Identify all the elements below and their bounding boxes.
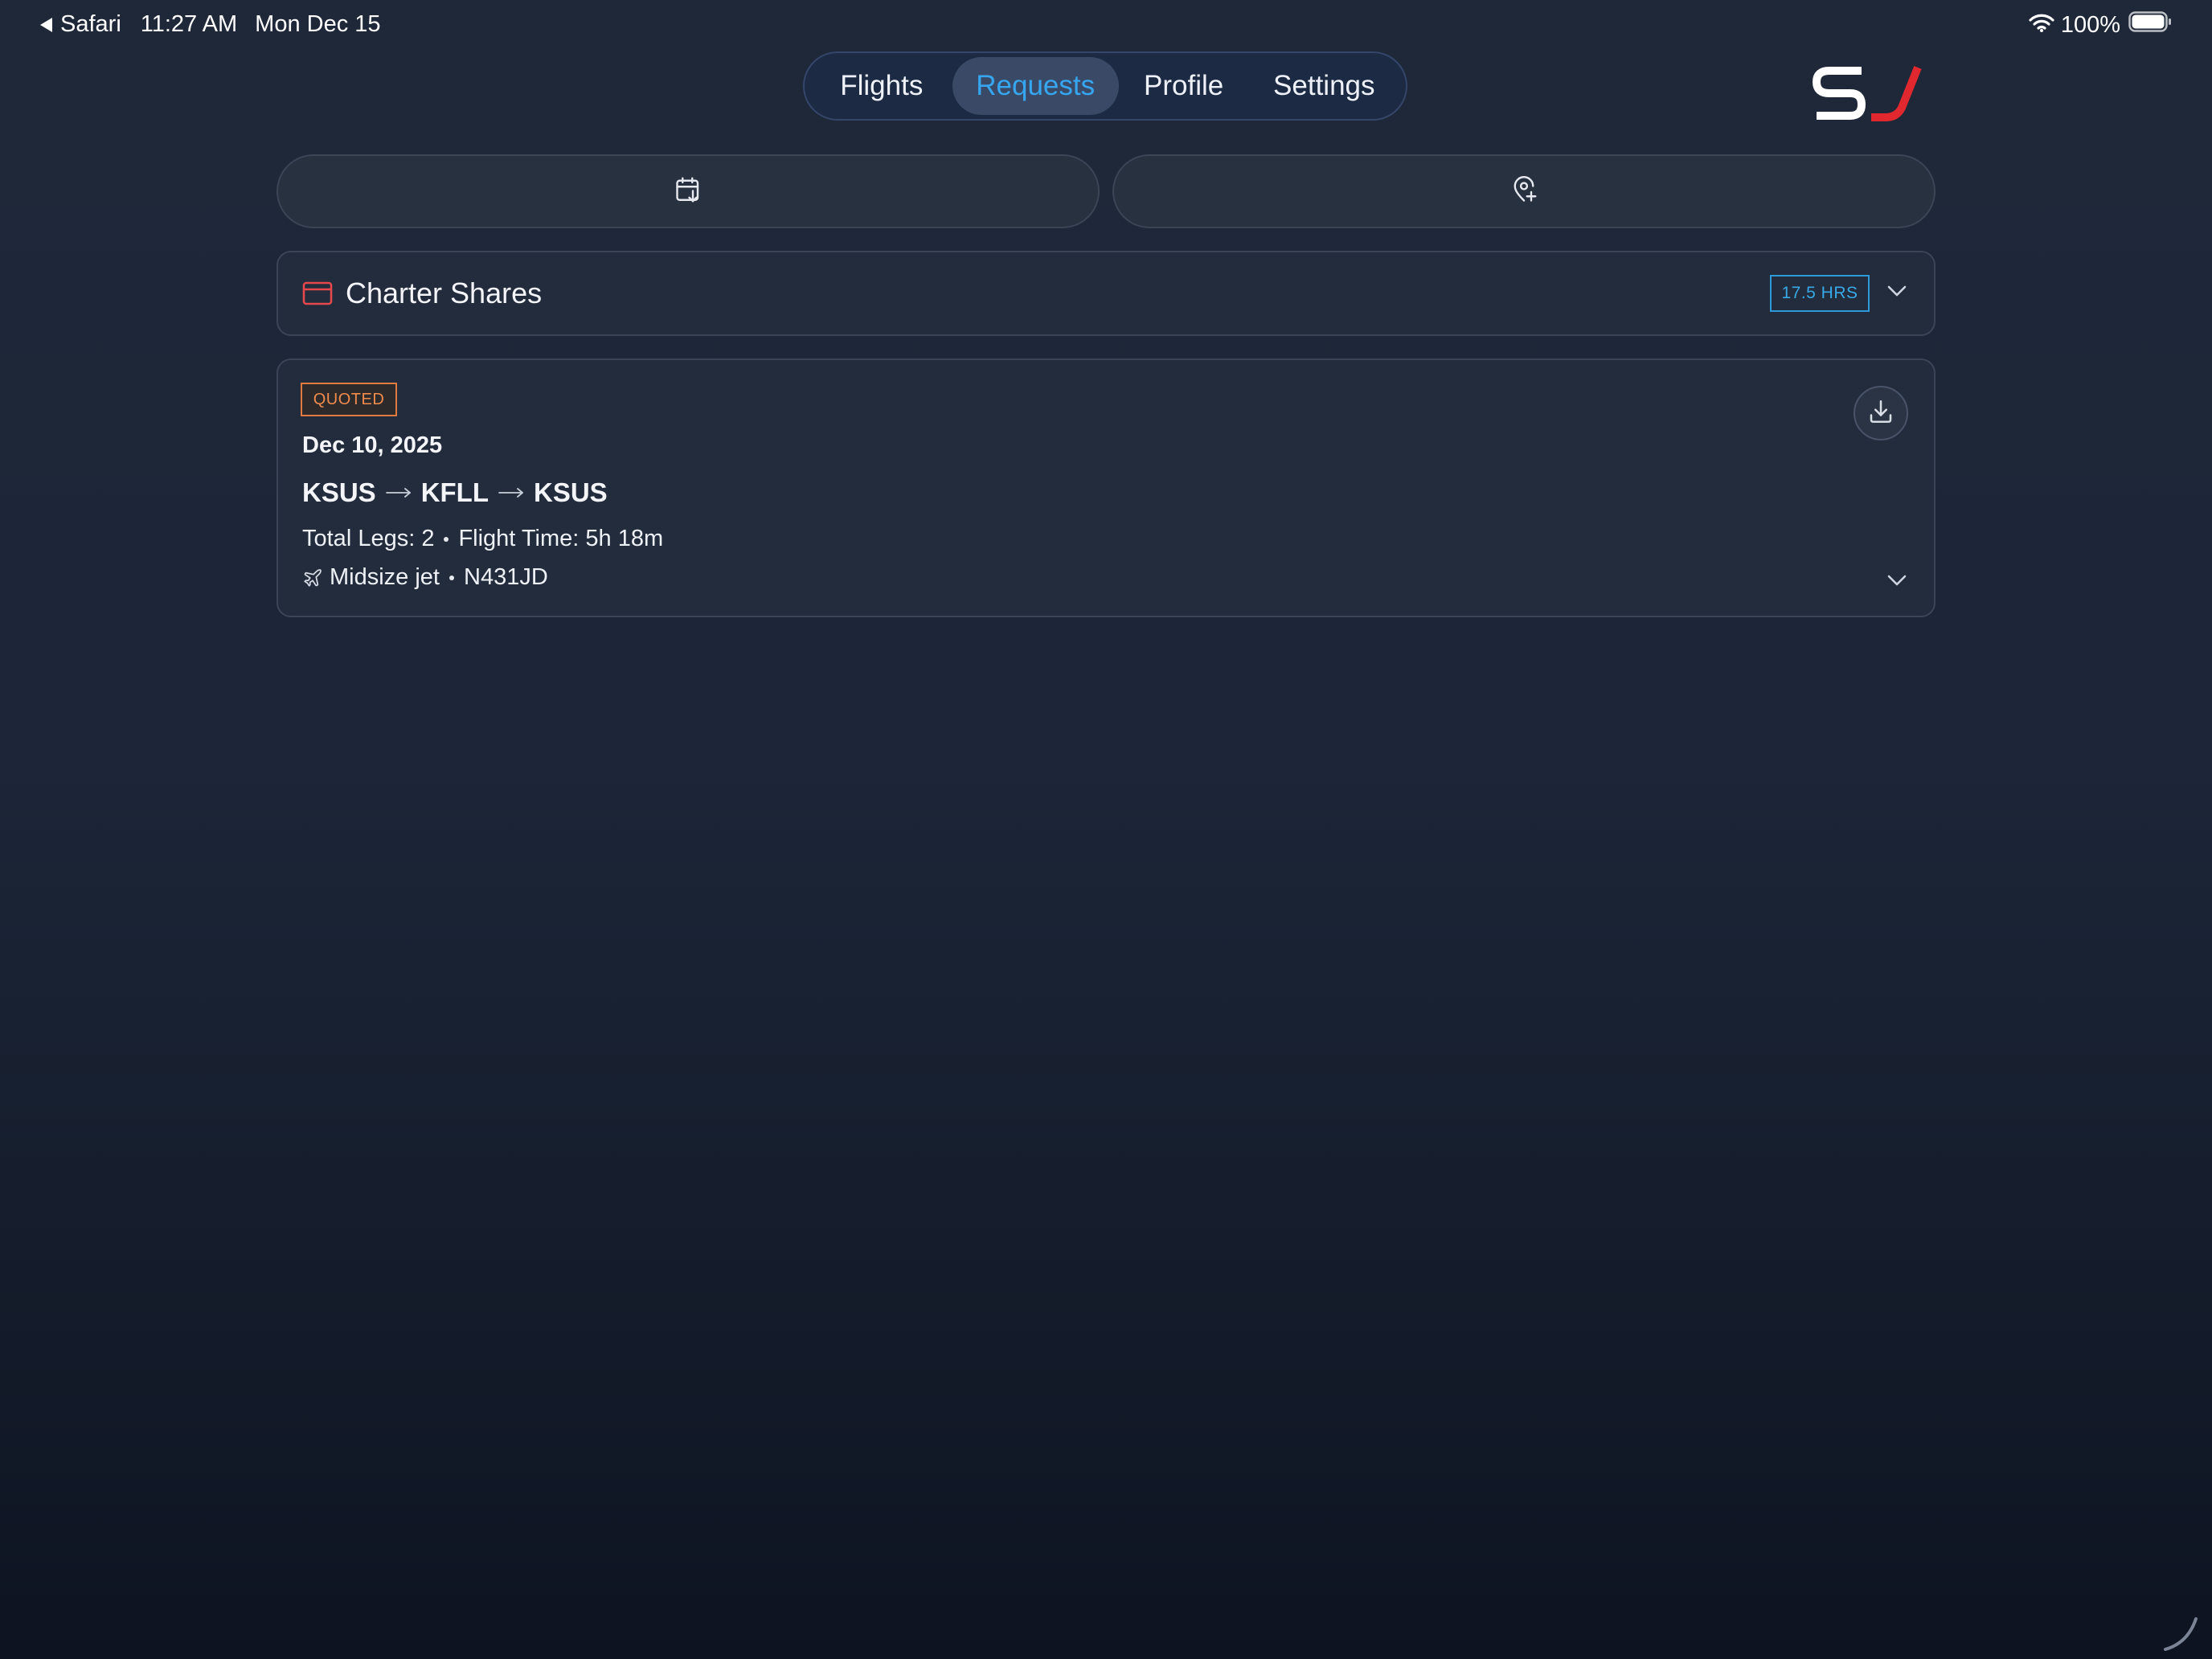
credit-card-icon <box>302 281 333 309</box>
flight-summary: Total Legs: 2 Flight Time: 5h 18m <box>302 526 663 552</box>
plane-icon <box>302 567 323 588</box>
back-app-label[interactable]: Safari <box>60 11 121 38</box>
separator-dot <box>449 575 454 580</box>
battery-icon <box>2128 11 2172 39</box>
status-bar: Safari 11:27 AM Mon Dec 15 100% <box>0 0 2212 53</box>
status-badge: QUOTED <box>301 383 397 416</box>
status-left[interactable]: Safari 11:27 AM Mon Dec 15 <box>40 11 381 38</box>
main-nav-tabs: Flights Requests Profile Settings <box>803 51 1407 121</box>
add-location-button[interactable] <box>1112 154 1936 228</box>
calendar-arrow-down-icon <box>674 175 703 208</box>
charter-shares-title: Charter Shares <box>346 276 543 309</box>
brand-logo <box>1812 64 1924 124</box>
tab-profile[interactable]: Profile <box>1119 57 1249 115</box>
calendar-import-button[interactable] <box>276 154 1100 228</box>
route: KSUS KFLL KSUS <box>302 477 608 508</box>
charter-shares-card[interactable]: Charter Shares 17.5 HRS <box>276 251 1936 336</box>
separator-dot <box>444 536 449 542</box>
battery-percent: 100% <box>2060 11 2120 38</box>
chevron-down-icon[interactable] <box>1886 572 1908 592</box>
aircraft-info: Midsize jet N431JD <box>302 564 548 591</box>
status-right: 100% <box>2029 11 2172 39</box>
wifi-icon <box>2029 12 2054 39</box>
map-pin-plus-icon <box>1509 175 1538 208</box>
total-legs: Total Legs: 2 <box>302 526 435 551</box>
back-arrow-icon[interactable] <box>40 17 52 32</box>
hours-badge: 17.5 HRS <box>1770 275 1870 312</box>
download-icon <box>1866 397 1895 430</box>
flight-time: Flight Time: 5h 18m <box>458 526 664 551</box>
tab-settings[interactable]: Settings <box>1249 57 1399 115</box>
route-destination: KSUS <box>534 477 608 507</box>
resize-handle-icon <box>2162 1614 2201 1657</box>
route-stop: KFLL <box>420 477 489 507</box>
request-date: Dec 10, 2025 <box>302 432 443 458</box>
arrow-right-icon <box>498 486 524 499</box>
chevron-down-icon[interactable] <box>1886 283 1908 303</box>
tab-requests[interactable]: Requests <box>952 57 1119 115</box>
tab-flights[interactable]: Flights <box>811 57 952 115</box>
arrow-right-icon <box>385 486 412 499</box>
status-date: Mon Dec 15 <box>255 11 381 37</box>
aircraft-type: Midsize jet <box>330 564 440 590</box>
request-card[interactable]: QUOTED Dec 10, 2025 KSUS KFLL KSUS Total… <box>276 358 1936 617</box>
route-origin: KSUS <box>302 477 376 507</box>
status-time: 11:27 AM <box>140 11 238 37</box>
download-button[interactable] <box>1854 386 1908 440</box>
tail-number: N431JD <box>464 564 548 590</box>
